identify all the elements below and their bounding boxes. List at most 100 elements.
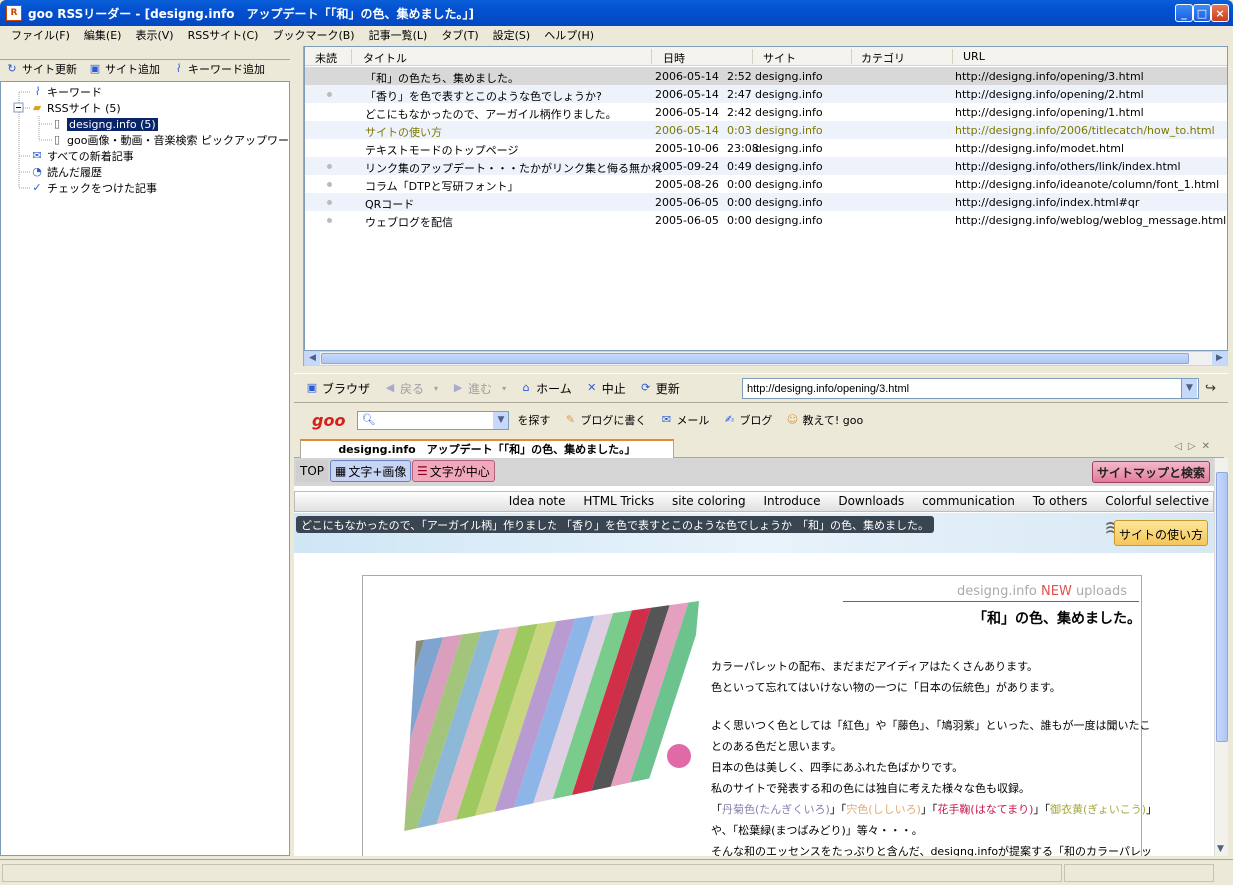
menu-rss[interactable]: RSSサイト(C) — [188, 27, 259, 43]
web-nav-downloads[interactable]: Downloads — [838, 494, 904, 508]
web-nav-html-tricks[interactable]: HTML Tricks — [583, 494, 654, 508]
col-date[interactable]: 日時 — [663, 50, 685, 66]
mail-button[interactable]: ✉ メール — [660, 412, 710, 428]
goo-toolbar: goo 🔍︎ ▼ を探す ✎ ブログに書く ✉ メール ✍ ブログ ☺ 教えて! goo — [294, 405, 1228, 435]
url-dropdown-icon[interactable]: ▼ — [1181, 379, 1197, 398]
menu-tab[interactable]: タブ(T) — [441, 27, 478, 43]
status-bar — [0, 859, 1233, 885]
cell-time: 0:00 — [727, 196, 752, 209]
table-row[interactable]: テキストモードのトップページ 2005-10-06 23:08 designg.inf… — [305, 139, 1227, 157]
cell-date: 2005-06-05 — [655, 196, 719, 209]
table-row[interactable]: リンク集のアップデート・・・たかがリンク集と侮る無かれ 2005-09-24 0:4… — [305, 157, 1227, 175]
text-center-button[interactable]: ☰ 文字が中心 — [412, 460, 495, 482]
tree-item-goo-pickup[interactable]: ▯ goo画像・動画・音楽検索 ピックアップワード — [51, 132, 300, 148]
unread-dot-icon — [327, 92, 332, 97]
news-strip: どこにもなかったので、「アーガイル柄」作りました。 「香り」を色で表すとこのよう… — [294, 513, 1214, 553]
web-top-button[interactable]: TOP — [296, 460, 329, 482]
menu-bookmark[interactable]: ブックマーク(B) — [272, 27, 354, 43]
web-nav-to-others[interactable]: To others — [1033, 494, 1088, 508]
menu-articles[interactable]: 記事一覧(L) — [369, 27, 428, 43]
search-button[interactable]: を探す — [517, 412, 550, 428]
home-button[interactable]: ⌂ ホーム — [520, 380, 572, 397]
article-list-hscroll[interactable]: ◀ ▶ — [304, 351, 1228, 366]
table-row[interactable]: QRコード 2005-06-05 0:00 designg.info http://de… — [305, 193, 1227, 211]
cell-site: designg.info — [755, 160, 823, 173]
table-row[interactable]: コラム「DTPと写研フォント」 2005-08-26 0:00 designg.inf… — [305, 175, 1227, 193]
url-input[interactable] — [742, 378, 1199, 399]
cell-url: http://designg.info/opening/3.html — [955, 70, 1144, 83]
web-nav-colorful[interactable]: Colorful selective — [1105, 494, 1209, 508]
folder-icon: ▰ — [32, 101, 42, 114]
menu-settings[interactable]: 設定(S) — [493, 27, 531, 43]
news-pill-kaori[interactable]: 「香り」を色で表すとこのような色でしょうか? — [556, 516, 803, 533]
minimize-button[interactable]: _ — [1175, 4, 1193, 22]
col-title[interactable]: タイトル — [363, 50, 407, 66]
tab-controls[interactable]: ◁▷✕ — [1174, 441, 1216, 452]
scroll-down-icon[interactable]: ▼ — [1217, 844, 1224, 854]
go-arrow-icon[interactable]: ↪ — [1205, 381, 1216, 396]
menu-help[interactable]: ヘルプ(H) — [544, 27, 594, 43]
menu-view[interactable]: 表示(V) — [135, 27, 173, 43]
forward-dropdown-icon[interactable]: ▾ — [502, 384, 506, 393]
search-dropdown-icon[interactable]: ▼ — [493, 411, 509, 429]
tree-item-rss-sites[interactable]: ▰ RSSサイト (5) — [31, 100, 121, 116]
cell-url: http://designg.info/ideanote/column/font… — [955, 178, 1220, 191]
web-nav-introduce[interactable]: Introduce — [763, 494, 820, 508]
sitemap-button[interactable]: サイトマップと検索 — [1091, 461, 1210, 483]
menu-edit[interactable]: 編集(E) — [84, 27, 122, 43]
add-keyword-button[interactable]: ⌇ キーワード追加 — [172, 61, 265, 77]
status-progress — [1064, 864, 1214, 882]
scroll-right-icon[interactable]: ▶ — [1212, 352, 1227, 365]
table-row[interactable]: どこにもなかったので、アーガイル柄作りました。 2006-05-14 2:42 des… — [305, 103, 1227, 121]
col-url[interactable]: URL — [963, 50, 985, 63]
update-site-button[interactable]: ↻ サイト更新 — [6, 61, 77, 77]
table-row[interactable]: 「香り」を色で表すとこのような色でしょうか? 2006-05-14 2:47 desi… — [305, 85, 1227, 103]
howto-button[interactable]: サイトの使い方 — [1113, 520, 1208, 546]
refresh-button[interactable]: ⟳ 更新 — [640, 380, 680, 397]
scroll-left-icon[interactable]: ◀ — [305, 352, 320, 365]
col-category[interactable]: カテゴリ — [861, 50, 905, 66]
lines-icon: ☰ — [417, 464, 428, 478]
browser-button[interactable]: ▣ ブラウザ — [306, 380, 370, 397]
back-dropdown-icon[interactable]: ▾ — [434, 384, 438, 393]
grid-icon: ▦ — [335, 464, 347, 478]
table-row[interactable]: サイトの使い方 2006-05-14 0:03 designg.info http://… — [305, 121, 1227, 139]
add-site-button[interactable]: ▣ サイト追加 — [89, 61, 160, 77]
web-vscroll[interactable]: ▼ — [1214, 458, 1228, 856]
web-nav-site-coloring[interactable]: site coloring — [672, 494, 746, 508]
tab-designg[interactable]: designg.info アップデート「「和」の色、集めました。」 — [300, 439, 674, 459]
tree-item-history[interactable]: ◔ 読んだ履歴 — [31, 164, 102, 180]
table-row[interactable]: 「和」の色たち、集めました。 2006-05-14 2:52 designg.info… — [305, 67, 1227, 85]
cell-site: designg.info — [755, 142, 823, 155]
tree-item-checked[interactable]: ✓ チェックをつけた記事 — [31, 180, 157, 196]
hscroll-thumb[interactable] — [321, 353, 1189, 364]
text-image-button[interactable]: ▦ 文字+画像 — [330, 460, 412, 482]
web-nav: Idea note HTML Tricks site coloring Intr… — [294, 491, 1214, 512]
cell-time: 0:03 — [727, 124, 752, 137]
blog-write-button[interactable]: ✎ ブログに書く — [564, 412, 647, 428]
back-button[interactable]: ◀ 戻る ▾ — [384, 380, 438, 397]
news-pill-argyle[interactable]: どこにもなかったので、「アーガイル柄」作りました。 — [296, 516, 575, 533]
blog-button[interactable]: ✍ ブログ — [723, 412, 773, 428]
vscroll-thumb[interactable] — [1216, 472, 1228, 742]
stop-button[interactable]: ✕ 中止 — [586, 380, 626, 397]
cell-title: 「香り」を色で表すとこのような色でしょうか? — [365, 90, 602, 103]
col-unread[interactable]: 未読 — [315, 50, 337, 66]
col-site[interactable]: サイト — [763, 50, 796, 66]
news-pill-wa[interactable]: 「和」の色、集めました。 — [792, 516, 934, 533]
oshiete-button[interactable]: ☺ 教えて! goo — [786, 412, 864, 428]
maximize-button[interactable]: □ — [1193, 4, 1211, 22]
tree-item-keyword[interactable]: ⌇ キーワード — [31, 84, 102, 100]
tree-item-all-new[interactable]: ✉ すべての新着記事 — [31, 148, 133, 164]
goo-search-input[interactable]: 🔍︎ ▼ — [357, 410, 510, 430]
forward-button[interactable]: ▶ 進む ▾ — [452, 380, 506, 397]
goo-logo[interactable]: goo — [312, 411, 345, 430]
history-icon: ◔ — [32, 165, 42, 178]
menu-file[interactable]: ファイル(F) — [11, 27, 70, 43]
close-button[interactable]: × — [1211, 4, 1229, 22]
cell-date: 2005-06-05 — [655, 214, 719, 227]
web-nav-idea-note[interactable]: Idea note — [509, 494, 566, 508]
table-row[interactable]: ウェブログを配信 2005-06-05 0:00 designg.info http:/… — [305, 211, 1227, 229]
web-nav-communication[interactable]: communication — [922, 494, 1015, 508]
tree-item-designg[interactable]: ▯ designg.info (5) — [51, 116, 158, 132]
